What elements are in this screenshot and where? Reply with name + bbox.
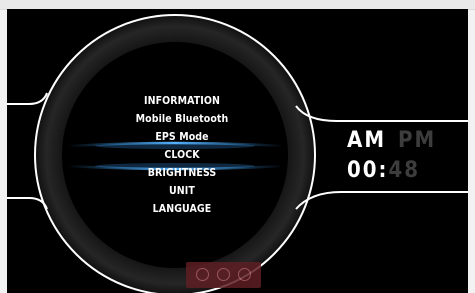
minute-value[interactable]: 48 (388, 158, 420, 183)
settings-menu: INFORMATION Mobile Bluetooth EPS Mode CL… (102, 92, 262, 218)
am-option[interactable]: AM (347, 128, 386, 153)
clock-time: 00:48 (347, 158, 420, 183)
right-line-bottom (295, 191, 468, 210)
search-icon[interactable] (238, 268, 251, 281)
menu-item-clock[interactable]: CLOCK (102, 146, 262, 164)
menu-item-language[interactable]: LANGUAGE (102, 200, 262, 218)
back-icon[interactable] (196, 268, 209, 281)
menu-item-eps-mode[interactable]: EPS Mode (102, 128, 262, 146)
hour-value[interactable]: 00 (347, 158, 379, 183)
menu-item-information[interactable]: INFORMATION (102, 92, 262, 110)
dashboard-screen: INFORMATION Mobile Bluetooth EPS Mode CL… (7, 9, 468, 293)
select-icon[interactable] (217, 268, 230, 281)
control-bar (186, 262, 261, 288)
right-line-top (295, 105, 468, 122)
pm-option[interactable]: PM (398, 128, 436, 153)
am-pm-selector: AM PM (347, 128, 436, 153)
left-line-top (7, 92, 48, 105)
screenshot-frame: INFORMATION Mobile Bluetooth EPS Mode CL… (0, 0, 475, 293)
menu-item-brightness[interactable]: BRIGHTNESS (102, 164, 262, 182)
time-separator: : (378, 158, 389, 183)
menu-item-mobile-bluetooth[interactable]: Mobile Bluetooth (102, 110, 262, 128)
menu-item-unit[interactable]: UNIT (102, 182, 262, 200)
left-line-bottom (7, 197, 48, 210)
